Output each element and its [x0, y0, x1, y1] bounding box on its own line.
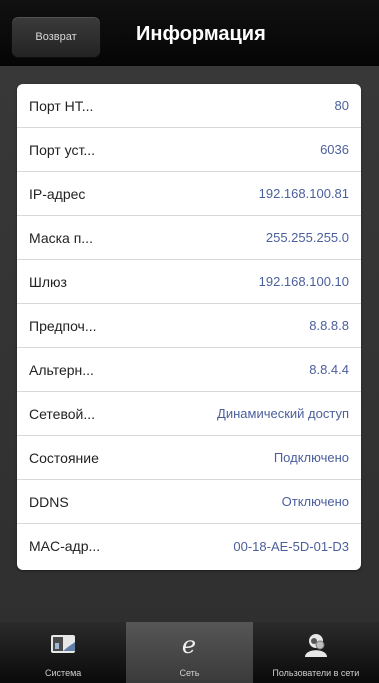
- info-row-device-port: Порт уст... 6036: [17, 128, 361, 172]
- network-icon: e: [176, 631, 202, 663]
- row-label: Порт уст...: [29, 141, 96, 158]
- row-value: 80: [334, 98, 349, 113]
- tab-label: Сеть: [179, 668, 200, 678]
- info-row-preferred-dns: Предпоч... 8.8.8.8: [17, 304, 361, 348]
- content-area: Порт НТ... 80 Порт уст... 6036 IP-адрес …: [0, 66, 379, 622]
- tab-label: Пользователи в сети: [272, 668, 360, 678]
- back-button[interactable]: Возврат: [11, 16, 101, 58]
- row-label: IP-адрес: [29, 185, 86, 202]
- row-label: MAC-адр...: [29, 538, 101, 554]
- row-value: 00-18-AE-5D-01-D3: [233, 538, 349, 554]
- page-title: Информация: [136, 23, 266, 45]
- info-row-ip-address: IP-адрес 192.168.100.81: [17, 172, 361, 216]
- info-row-gateway: Шлюз 192.168.100.10: [17, 260, 361, 304]
- svg-text:e: e: [182, 632, 196, 658]
- row-label: Альтерн...: [29, 361, 94, 378]
- tab-label: Система: [45, 668, 82, 678]
- row-value: 192.168.100.81: [258, 186, 349, 201]
- row-value: 255.255.255.0: [265, 230, 349, 245]
- row-label: Шлюз: [29, 273, 67, 290]
- info-row-ddns: DDNS Отключено: [17, 480, 361, 524]
- system-icon: [49, 632, 77, 661]
- row-label: Состояние: [29, 449, 99, 466]
- row-label: Сетевой...: [29, 405, 96, 422]
- row-label: Маска п...: [29, 229, 93, 246]
- navigation-bar: Возврат Информация: [0, 0, 379, 66]
- online-users-icon: [302, 632, 330, 663]
- info-row-mac-address: MAC-адр... 00-18-AE-5D-01-D3: [17, 524, 361, 568]
- info-row-http-port: Порт НТ... 80: [17, 84, 361, 128]
- info-row-network-type: Сетевой... Динамический доступ: [17, 392, 361, 436]
- tab-bar: Система e Сеть Пользователи в сети: [0, 622, 379, 683]
- row-value: 6036: [320, 142, 349, 157]
- row-value: Отключено: [281, 494, 349, 509]
- row-label: Предпоч...: [29, 317, 97, 334]
- info-row-alternate-dns: Альтерн... 8.8.4.4: [17, 348, 361, 392]
- row-value: 8.8.8.8: [309, 318, 349, 333]
- row-value: Динамический доступ: [217, 406, 349, 421]
- row-label: DDNS: [29, 493, 69, 510]
- info-row-subnet-mask: Маска п... 255.255.255.0: [17, 216, 361, 260]
- info-list: Порт НТ... 80 Порт уст... 6036 IP-адрес …: [17, 84, 361, 570]
- tab-system[interactable]: Система: [0, 622, 126, 683]
- row-label: Порт НТ...: [29, 97, 94, 114]
- row-value: Подключено: [273, 450, 349, 465]
- row-value: 8.8.4.4: [309, 362, 349, 377]
- tab-network[interactable]: e Сеть: [126, 622, 253, 683]
- info-row-status: Состояние Подключено: [17, 436, 361, 480]
- row-value: 192.168.100.10: [258, 274, 349, 289]
- tab-online-users[interactable]: Пользователи в сети: [253, 622, 379, 683]
